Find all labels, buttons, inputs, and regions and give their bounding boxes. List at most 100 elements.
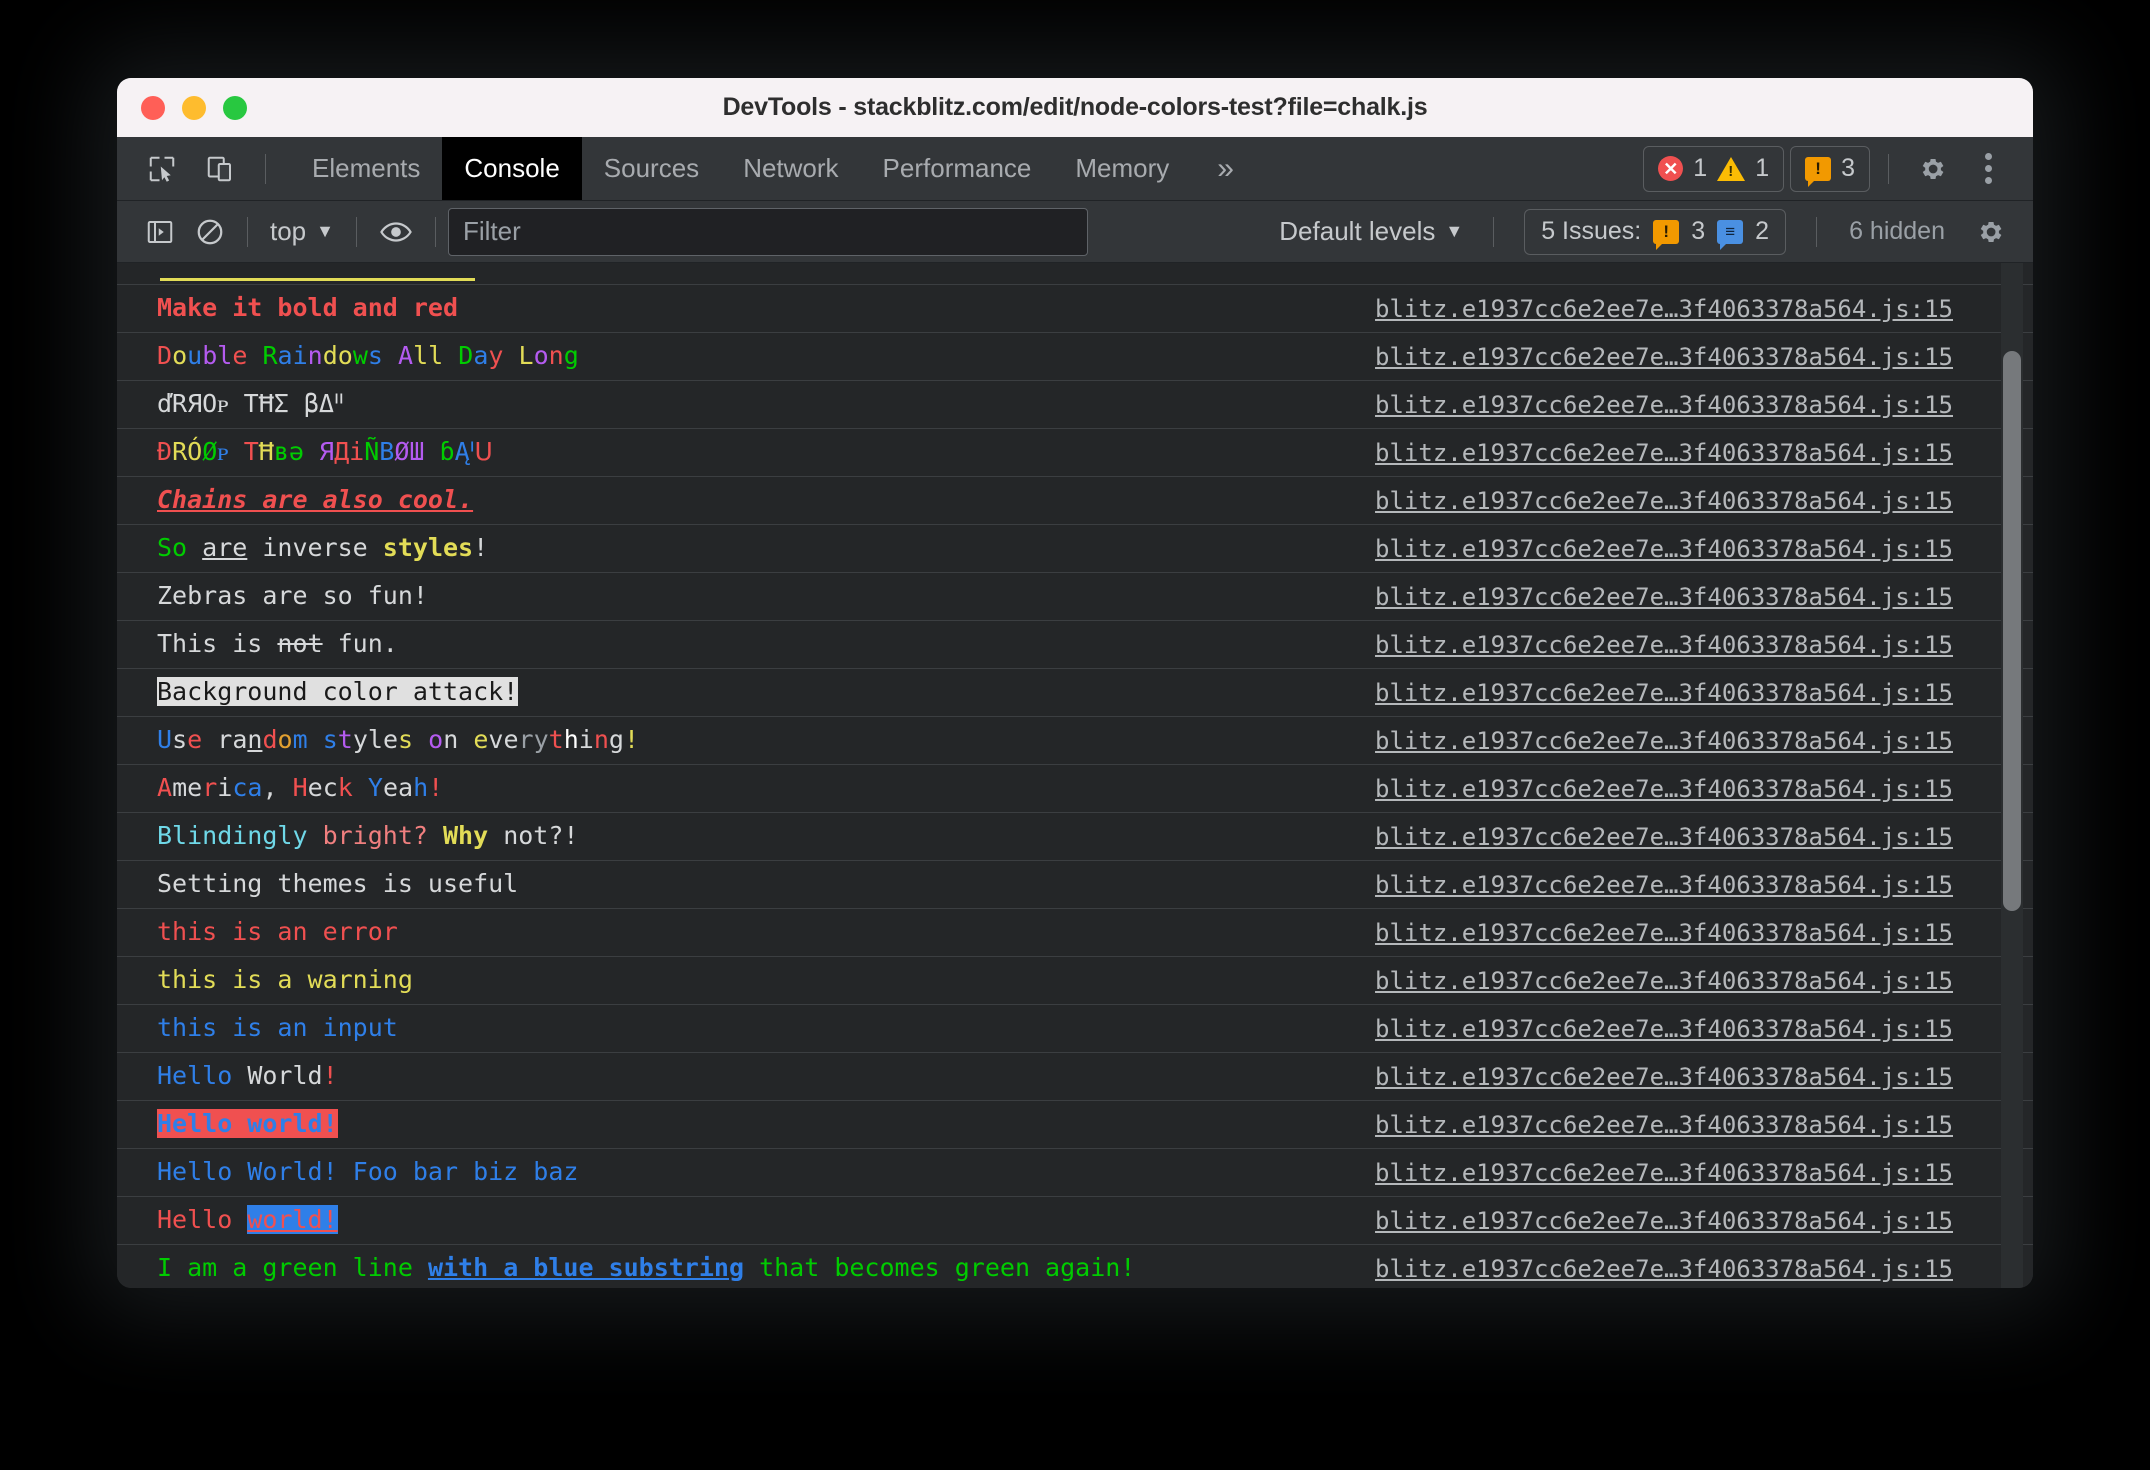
console-row[interactable]: This is not fun. blitz.e1937cc6e2ee7e…3f4… <box>117 621 2033 669</box>
message-segment: ᑌ <box>474 437 493 467</box>
console-message-text: Blindingly bright? Why not?! <box>157 823 578 849</box>
message-segment: a <box>398 773 414 803</box>
message-segment: this is a warning <box>157 965 413 995</box>
console-row[interactable]: Use random styles on everything! blitz.e1… <box>117 717 2033 765</box>
message-segment: styles <box>382 533 474 563</box>
source-link[interactable]: blitz.e1937cc6e2ee7e…3f4063378a564.js:15 <box>1375 391 1953 419</box>
message-segment: Ш <box>409 437 425 467</box>
console-message-text <box>157 263 475 287</box>
console-message-list[interactable]: Make it bold and red blitz.e1937cc6e2ee7e… <box>117 263 2033 1288</box>
issues-counter[interactable]: ! 3 <box>1790 145 1870 192</box>
source-link[interactable]: blitz.e1937cc6e2ee7e…3f4063378a564.js:15 <box>1375 631 1953 659</box>
source-link[interactable]: blitz.e1937cc6e2ee7e…3f4063378a564.js:15 <box>1375 1159 1953 1187</box>
console-row[interactable]: Chains are also cool. blitz.e1937cc6e2ee7… <box>117 477 2033 525</box>
log-levels-label: Default levels <box>1279 216 1436 246</box>
tab-memory[interactable]: Memory <box>1053 137 1191 200</box>
source-link[interactable]: blitz.e1937cc6e2ee7e…3f4063378a564.js:15 <box>1375 679 1953 707</box>
console-row[interactable]: this is an error blitz.e1937cc6e2ee7e…3f4… <box>117 909 2033 957</box>
console-row[interactable]: Blindingly bright? Why not?! blitz.e1937c… <box>117 813 2033 861</box>
console-row[interactable]: ďRЯOᴘ TĦΣ βΔᑊᑊ blitz.e1937cc6e2ee7e…3f406… <box>117 381 2033 429</box>
log-levels-selector[interactable]: Default levels ▼ <box>1265 216 1477 247</box>
console-row[interactable]: Double Raindows All Day Long blitz.e1937c… <box>117 333 2033 381</box>
console-row[interactable]: Background color attack! blitz.e1937cc6e2… <box>117 669 2033 717</box>
maximize-window-button[interactable] <box>223 95 247 120</box>
message-segment <box>424 437 439 466</box>
console-row[interactable]: Hello World! Foo bar biz baz blitz.e1937c… <box>117 1149 2033 1197</box>
chevron-down-icon: ▼ <box>316 221 334 241</box>
issues-orange-count: 3 <box>1691 217 1706 245</box>
console-message-text: Zebras are so fun! <box>157 583 428 609</box>
execution-context-selector[interactable]: top ▼ <box>260 209 344 255</box>
tab-performance[interactable]: Performance <box>861 137 1054 200</box>
message-segment: Я <box>319 437 335 467</box>
console-row[interactable]: I am a green line with a blue substring … <box>117 1245 2033 1288</box>
hidden-messages-label[interactable]: 6 hidden <box>1833 217 1961 246</box>
tab-elements[interactable]: Elements <box>290 137 442 200</box>
message-segment: ! <box>322 1061 338 1091</box>
tab-network[interactable]: Network <box>721 137 860 200</box>
window-titlebar: DevTools - stackblitz.com/edit/node-colo… <box>117 78 2033 137</box>
message-segment: Hello <box>157 1205 248 1235</box>
source-link[interactable]: blitz.e1937cc6e2ee7e…3f4063378a564.js:15 <box>1375 775 1953 803</box>
console-row[interactable]: Setting themes is useful blitz.e1937cc6e2… <box>117 861 2033 909</box>
console-settings-gear-icon[interactable] <box>1965 209 2015 255</box>
console-message-text: Setting themes is useful <box>157 871 518 897</box>
console-sidebar-icon[interactable] <box>135 209 185 255</box>
source-link[interactable]: blitz.e1937cc6e2ee7e…3f4063378a564.js:15 <box>1375 1015 1953 1043</box>
console-row[interactable]: this is a warning blitz.e1937cc6e2ee7e…3f… <box>117 957 2033 1005</box>
source-link[interactable]: blitz.e1937cc6e2ee7e…3f4063378a564.js:15 <box>1375 439 1953 467</box>
more-tabs-button[interactable]: » <box>1191 137 1260 200</box>
clear-console-icon[interactable] <box>185 209 235 255</box>
message-segment: c <box>232 773 248 803</box>
console-row[interactable]: Hello world! blitz.e1937cc6e2ee7e…3f40633… <box>117 1197 2033 1245</box>
source-link[interactable]: blitz.e1937cc6e2ee7e…3f4063378a564.js:15 <box>1375 343 1953 371</box>
source-link[interactable]: blitz.e1937cc6e2ee7e…3f4063378a564.js:15 <box>1375 535 1953 563</box>
message-segment: R <box>172 437 188 467</box>
minimize-window-button[interactable] <box>182 95 206 120</box>
message-segment: Ó <box>187 437 203 467</box>
message-segment: world! <box>247 1205 338 1235</box>
source-link[interactable]: blitz.e1937cc6e2ee7e…3f4063378a564.js:15 <box>1375 871 1953 899</box>
console-row[interactable] <box>117 263 2033 285</box>
console-row[interactable]: America, Heck Yeah! blitz.e1937cc6e2ee7e…… <box>117 765 2033 813</box>
source-link[interactable]: blitz.e1937cc6e2ee7e…3f4063378a564.js:15 <box>1375 1063 1953 1091</box>
kebab-menu-icon[interactable] <box>1963 144 2013 194</box>
source-link[interactable]: blitz.e1937cc6e2ee7e…3f4063378a564.js:15 <box>1375 823 1953 851</box>
live-expression-icon[interactable] <box>369 209 423 255</box>
message-segment: l <box>428 341 444 371</box>
source-link[interactable]: blitz.e1937cc6e2ee7e…3f4063378a564.js:15 <box>1375 1111 1953 1139</box>
tab-sources[interactable]: Sources <box>582 137 721 200</box>
console-message-text: Make it bold and red <box>157 295 458 321</box>
console-row[interactable]: So are inverse styles! blitz.e1937cc6e2ee… <box>117 525 2033 573</box>
source-link[interactable]: blitz.e1937cc6e2ee7e…3f4063378a564.js:15 <box>1375 487 1953 515</box>
tab-console[interactable]: Console <box>442 137 582 200</box>
device-toolbar-icon[interactable] <box>195 144 245 194</box>
console-row[interactable]: Zebras are so fun! blitz.e1937cc6e2ee7e…3… <box>117 573 2033 621</box>
source-link[interactable]: blitz.e1937cc6e2ee7e…3f4063378a564.js:15 <box>1375 919 1953 947</box>
message-segment <box>232 1061 247 1090</box>
source-link[interactable]: blitz.e1937cc6e2ee7e…3f4063378a564.js:15 <box>1375 583 1953 611</box>
source-link[interactable]: blitz.e1937cc6e2ee7e…3f4063378a564.js:15 <box>1375 727 1953 755</box>
console-row[interactable]: ĐRÓØᴘ TĦвә ЯДiÑBØШ ɓĄᑊᑌ blitz.e1937cc6e2e… <box>117 429 2033 477</box>
error-warning-counter[interactable]: ✕ 1 1 <box>1643 145 1785 192</box>
issues-summary-button[interactable]: 5 Issues: ! 3 ≡ 2 <box>1524 208 1787 255</box>
source-link[interactable]: blitz.e1937cc6e2ee7e…3f4063378a564.js:15 <box>1375 295 1953 323</box>
console-row[interactable]: Make it bold and red blitz.e1937cc6e2ee7e… <box>117 285 2033 333</box>
gear-icon[interactable] <box>1907 144 1957 194</box>
message-segment: So <box>157 533 188 563</box>
close-window-button[interactable] <box>141 95 165 120</box>
console-row[interactable]: Hello world! blitz.e1937cc6e2ee7e…3f40633… <box>117 1101 2033 1149</box>
source-link[interactable]: blitz.e1937cc6e2ee7e…3f4063378a564.js:15 <box>1375 967 1953 995</box>
source-link[interactable]: blitz.e1937cc6e2ee7e…3f4063378a564.js:15 <box>1375 1207 1953 1235</box>
inspect-element-icon[interactable] <box>137 144 187 194</box>
message-segment: o <box>533 341 549 371</box>
message-segment: a <box>232 725 248 755</box>
console-scrollbar[interactable] <box>2001 263 2023 1288</box>
console-row[interactable]: Hello World! blitz.e1937cc6e2ee7e…3f40633… <box>117 1053 2033 1101</box>
console-row[interactable]: this is an input blitz.e1937cc6e2ee7e…3f4… <box>117 1005 2033 1053</box>
message-segment: n <box>548 341 564 371</box>
message-segment: Hello World! Foo bar biz baz <box>157 1157 579 1187</box>
source-link[interactable]: blitz.e1937cc6e2ee7e…3f4063378a564.js:15 <box>1375 1255 1953 1283</box>
filter-input[interactable] <box>447 207 1088 256</box>
console-scrollbar-thumb[interactable] <box>2003 351 2021 911</box>
